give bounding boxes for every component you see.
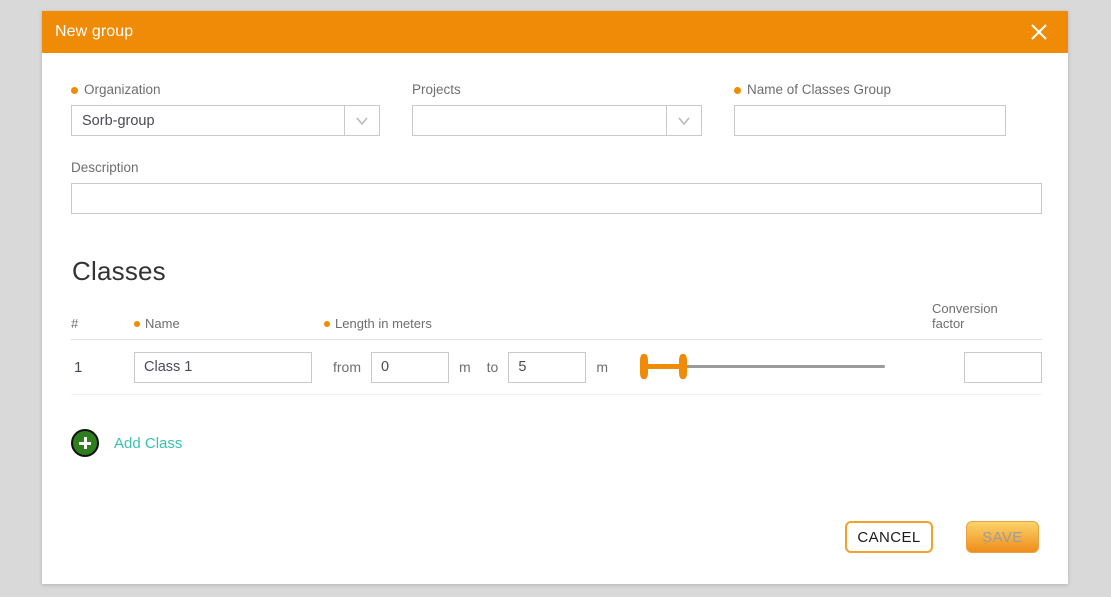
slider-handle-high[interactable] [679,354,688,379]
column-header-number: # [71,316,79,331]
classes-heading: Classes [72,256,166,286]
slider-selected-range [642,364,683,369]
classes-table: # Name Length in meters Conversion facto… [71,299,1042,395]
dialog-body: Organization Sorb-group Projects Name of… [42,53,1068,584]
class-name-input[interactable] [134,351,312,383]
cancel-button[interactable]: CANCEL [845,521,933,553]
column-header-conversion-factor: Conversion factor [932,301,1042,331]
save-button[interactable]: SAVE [966,521,1039,553]
name-of-classes-group-input[interactable] [734,105,1006,136]
new-group-dialog: New group Organization Sorb-group Projec… [42,11,1068,584]
close-button[interactable] [1020,11,1058,53]
unit-label-to: m [596,359,609,375]
column-header-name-text: Name [145,316,180,331]
unit-label-from: m [459,359,471,375]
required-dot-icon [324,320,330,327]
projects-label: Projects [412,82,702,98]
length-range-slider[interactable] [640,352,886,382]
row-number: 1 [74,358,83,376]
conversion-factor-line-2: factor [932,316,965,331]
chevron-down-icon [676,115,692,127]
length-from-input[interactable] [371,351,449,383]
add-class-label: Add Class [114,434,183,452]
dialog-titlebar: New group [42,11,1068,53]
name-of-classes-group-field: Name of Classes Group [734,82,1006,136]
name-of-classes-group-label-text: Name of Classes Group [747,82,892,97]
required-dot-icon [134,320,140,327]
to-label: to [486,359,499,375]
organization-value: Sorb-group [82,112,155,129]
chevron-down-icon [354,115,370,127]
conversion-factor-cell [932,351,1042,383]
organization-field: Organization Sorb-group [71,82,380,136]
plus-circle-icon [71,429,99,457]
required-dot-icon [734,86,741,94]
column-header-name: Name [134,316,324,331]
column-header-length-text: Length in meters [335,316,432,331]
organization-label-text: Organization [84,82,161,97]
close-icon [1029,22,1049,42]
organization-dropdown-button[interactable] [344,106,379,135]
dialog-footer: CANCEL SAVE [845,521,1039,553]
length-to-input[interactable] [508,351,587,383]
from-label: from [333,359,361,375]
top-field-row: Organization Sorb-group Projects Name of… [71,53,1039,136]
table-row: 1 from m to m [71,340,1042,395]
required-dot-icon [71,86,78,94]
slider-handle-low[interactable] [640,354,649,379]
projects-select[interactable] [412,105,702,136]
organization-label: Organization [71,82,380,98]
projects-field: Projects [412,82,702,136]
classes-table-header: # Name Length in meters Conversion facto… [71,299,1042,340]
projects-dropdown-button[interactable] [666,106,701,135]
description-field: Description [71,136,1042,214]
conversion-factor-input[interactable] [964,351,1042,383]
projects-label-text: Projects [412,82,461,97]
description-label: Description [71,160,1039,176]
dialog-title: New group [55,23,134,40]
add-class-button[interactable]: Add Class [71,429,241,457]
organization-select[interactable]: Sorb-group [71,105,380,136]
name-of-classes-group-label: Name of Classes Group [734,82,1006,98]
projects-value [413,106,666,135]
column-header-length: Length in meters [324,316,932,331]
description-label-text: Description [71,160,139,175]
description-input[interactable] [71,183,1042,214]
conversion-factor-line-1: Conversion [932,301,998,316]
